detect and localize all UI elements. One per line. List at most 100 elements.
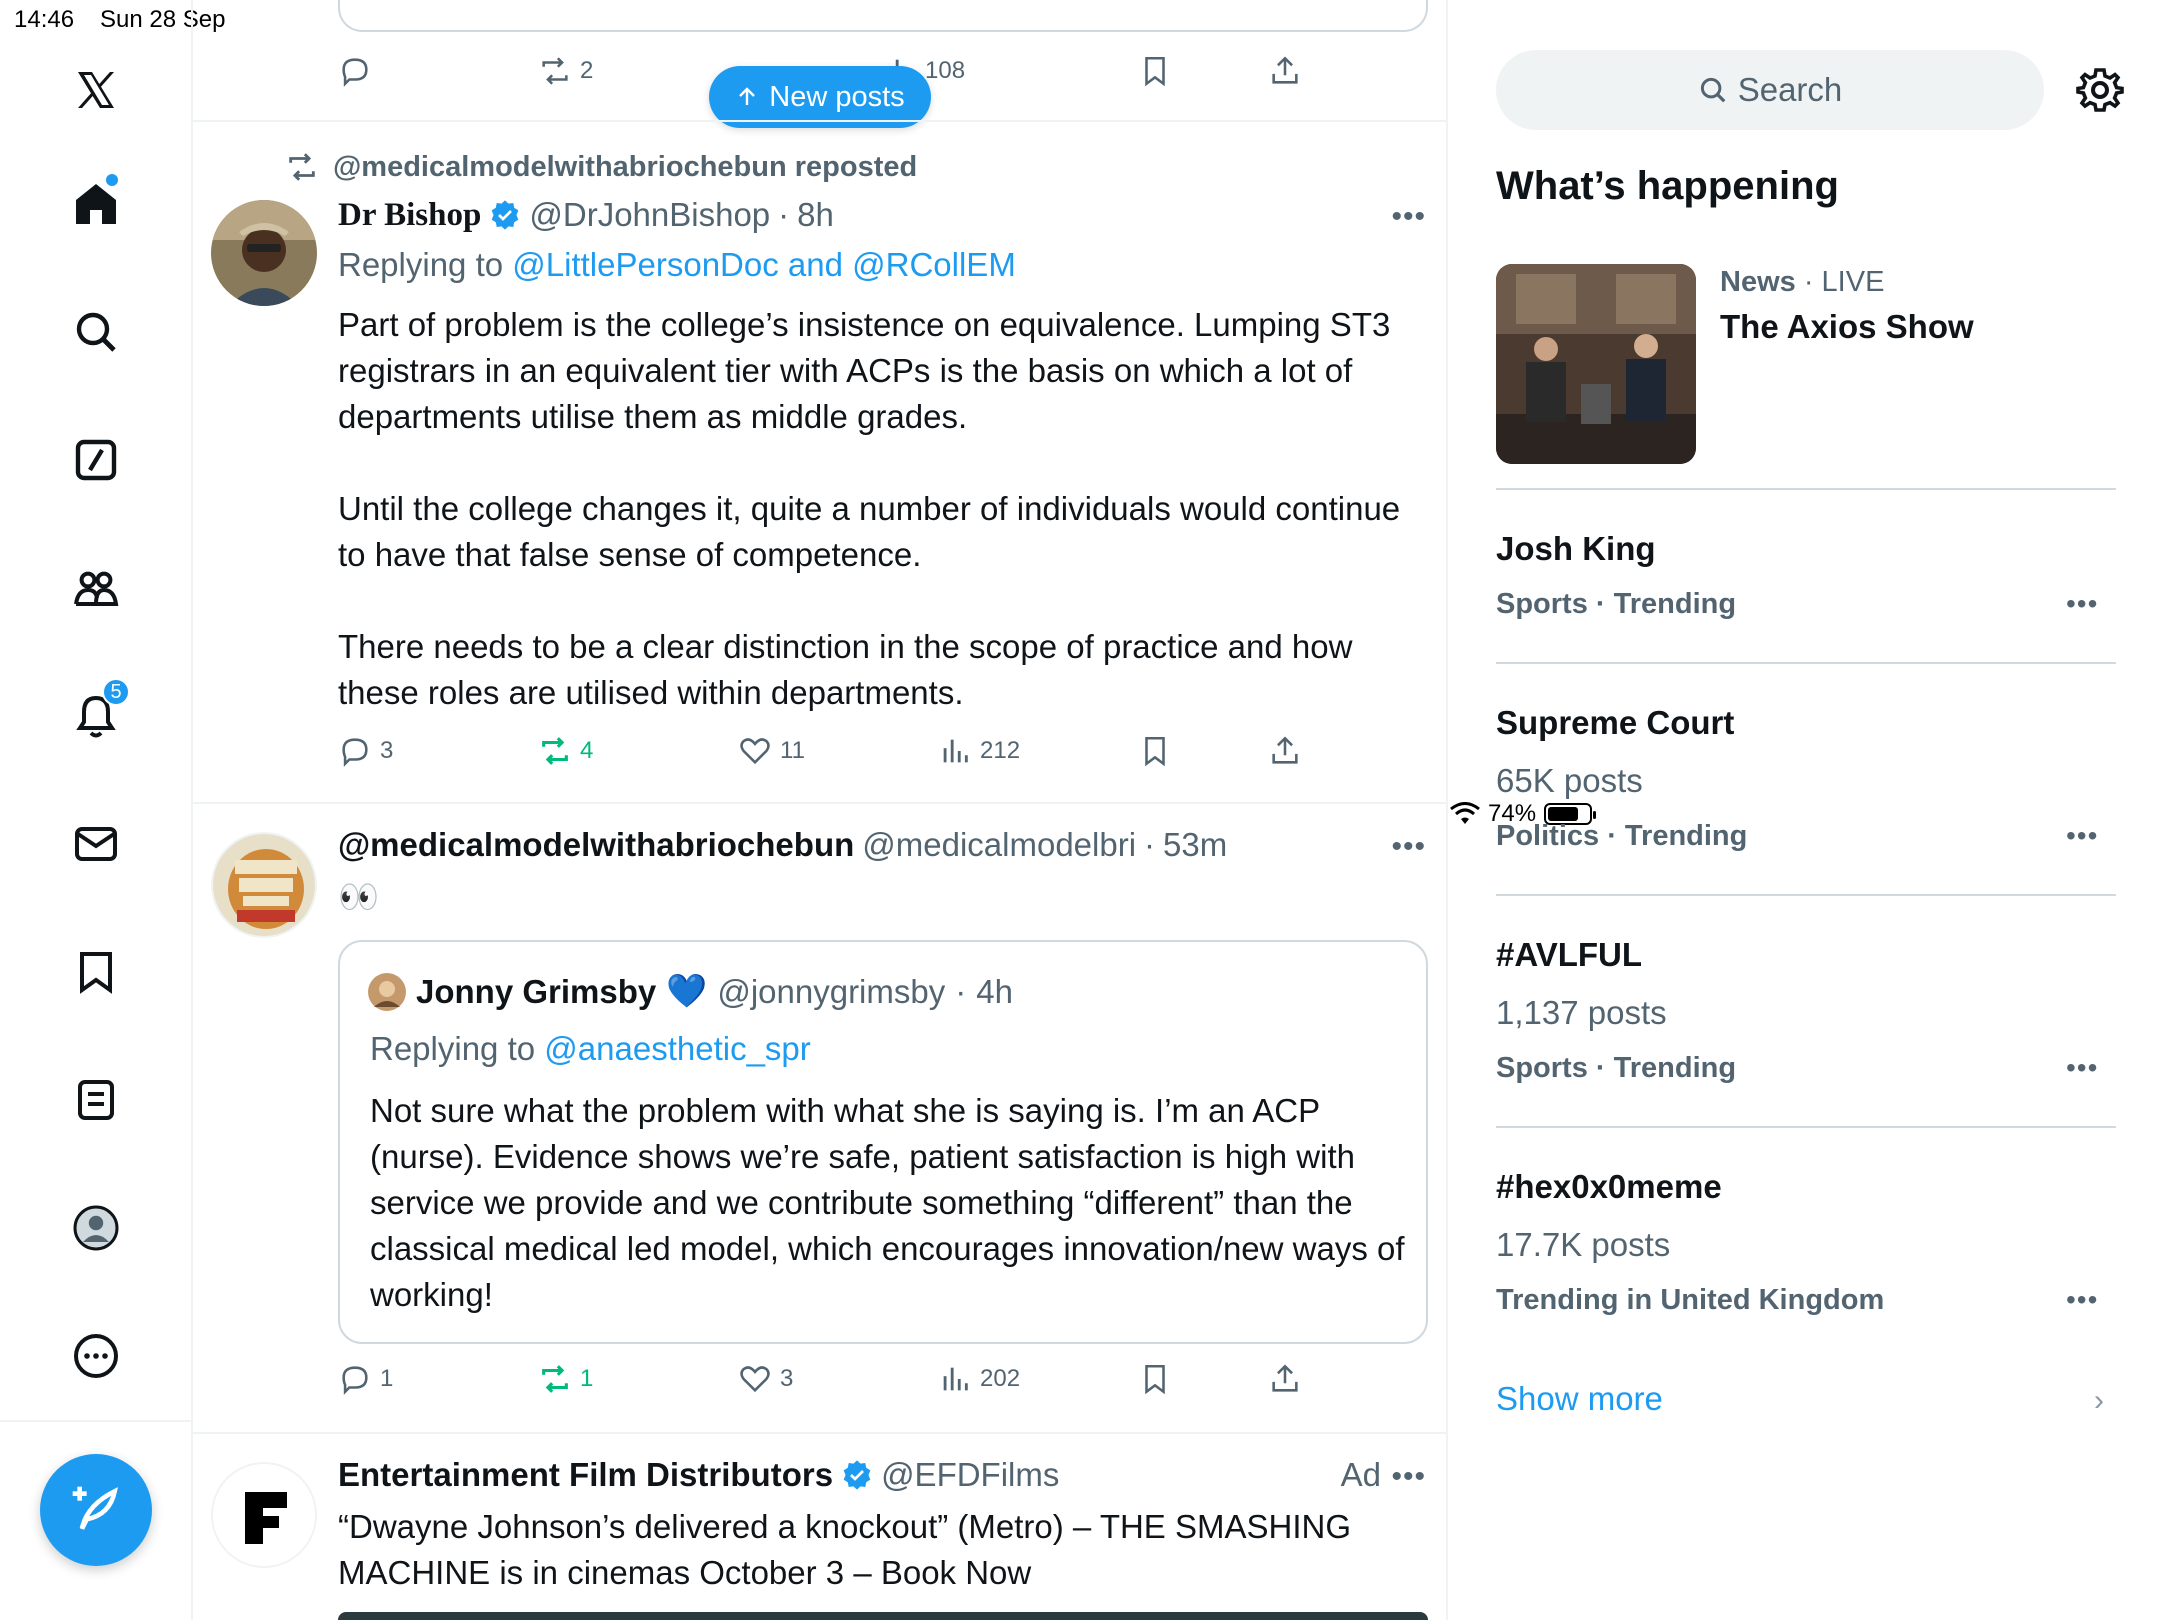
share-button[interactable] — [1268, 1362, 1302, 1396]
ad-label: Ad — [1340, 1456, 1381, 1493]
ad-media[interactable] — [338, 1612, 1428, 1620]
share-button[interactable] — [1268, 734, 1302, 768]
tweet-header: Dr Bishop @DrJohnBishop · 8h — [338, 196, 834, 234]
list-icon — [78, 1080, 114, 1120]
search-input[interactable]: Search — [1496, 50, 2044, 130]
tweet-time[interactable]: 53m — [1163, 826, 1227, 864]
trend-title[interactable]: #hex0x0meme — [1496, 1168, 1722, 1206]
like-button[interactable]: 3 — [738, 1362, 793, 1396]
reply-button[interactable]: 1 — [338, 1362, 393, 1396]
trend-divider — [1496, 488, 2116, 490]
author-handle[interactable]: @EFDFilms — [881, 1456, 1059, 1494]
avatar[interactable] — [211, 1462, 317, 1568]
quote-author-handle[interactable]: @jonnygrimsby — [717, 973, 945, 1011]
avatar[interactable] — [211, 832, 317, 938]
trend-meta: Trending in United Kingdom — [1496, 1284, 1885, 1316]
quote-reply-mention[interactable]: @anaesthetic_spr — [544, 1030, 810, 1067]
reply-button[interactable]: 3 — [338, 734, 393, 768]
author-name[interactable]: Entertainment Film Distributors — [338, 1456, 833, 1494]
nav-lists[interactable] — [56, 1060, 136, 1140]
author-handle[interactable]: @DrJohnBishop — [529, 196, 770, 234]
tweet-text: “Dwayne Johnson’s delivered a knockout” … — [338, 1508, 1352, 1591]
views-button[interactable]: 212 — [938, 734, 1020, 768]
trend-more-icon[interactable]: ••• — [2066, 820, 2098, 852]
reply-mentions[interactable]: @LittlePersonDoc and @RCollEM — [512, 246, 1016, 283]
verified-badge-icon — [843, 1460, 871, 1490]
author-name[interactable]: Dr Bishop — [338, 197, 481, 234]
quoted-tweet[interactable]: Jonny Grimsby 💙 @jonnygrimsby · 4h Reply… — [338, 940, 1428, 1344]
nav-grok[interactable] — [56, 420, 136, 500]
quote-author-name[interactable]: Jonny Grimsby — [416, 973, 656, 1011]
bookmark-icon — [1145, 56, 1165, 87]
new-posts-pill[interactable]: New posts — [709, 66, 931, 128]
nav-divider — [0, 1420, 193, 1422]
nav-bookmarks[interactable] — [56, 932, 136, 1012]
x-logo-icon[interactable] — [56, 50, 136, 130]
trend-post-count: 65K posts — [1496, 762, 1643, 799]
trend-title[interactable]: Supreme Court — [1496, 704, 1734, 742]
share-icon — [1272, 1364, 1298, 1392]
blue-heart-emoji: 💙 — [666, 972, 708, 1009]
nav-communities[interactable] — [56, 548, 136, 628]
search-icon — [76, 312, 116, 352]
quote-time: 4h — [976, 972, 1013, 1010]
avatar[interactable] — [211, 200, 317, 306]
nav-home[interactable] — [56, 164, 136, 244]
news-title[interactable]: The Axios Show — [1720, 308, 1974, 346]
repost-button[interactable]: 1 — [538, 1362, 593, 1396]
repost-icon — [289, 153, 315, 181]
views-button[interactable]: 202 — [938, 1362, 1020, 1396]
bookmark-button[interactable] — [1138, 54, 1172, 88]
trend-meta: Sports · Trending — [1496, 588, 1737, 620]
reply-icon — [342, 738, 368, 767]
separator — [193, 1432, 1446, 1434]
bookmark-button[interactable] — [1138, 1362, 1172, 1396]
repost-button[interactable]: 2 — [538, 54, 593, 88]
author-handle[interactable]: @medicalmodelbri — [862, 826, 1136, 864]
trend-more-icon[interactable]: ••• — [2066, 588, 2098, 620]
trend-title[interactable]: #AVLFUL — [1496, 936, 1642, 974]
news-thumbnail[interactable] — [1496, 264, 1696, 464]
timeline[interactable]: 2 108 New posts @medicalmodelwithabrioch… — [193, 0, 1448, 1620]
trend-title[interactable]: Josh King — [1496, 530, 1656, 568]
nav-notifications[interactable]: 5 — [56, 676, 136, 756]
nav-profile[interactable] — [56, 1188, 136, 1268]
tweet-more-icon[interactable]: ••• — [1391, 200, 1426, 234]
reposted-by-line[interactable]: @medicalmodelwithabriochebun reposted — [285, 150, 917, 184]
trend-more-icon[interactable]: ••• — [2066, 1284, 2098, 1316]
notifications-badge: 5 — [102, 678, 130, 706]
tweet-actions: 1 1 3 202 — [338, 1362, 1298, 1406]
news-meta: News · LIVE — [1720, 266, 1885, 298]
trend-more-icon[interactable]: ••• — [2066, 1052, 2098, 1084]
separator — [193, 802, 1446, 804]
tweet-text: 👀 — [338, 878, 380, 915]
show-more-link[interactable]: Show more — [1496, 1380, 1663, 1418]
reply-icon — [342, 1366, 368, 1395]
tweet-more-icon[interactable]: ••• — [1391, 830, 1426, 864]
arrow-up-icon — [739, 87, 756, 105]
author-name[interactable]: @medicalmodelwithabriochebun — [338, 826, 854, 864]
quote-replying-to: Replying to @anaesthetic_spr — [370, 1030, 811, 1067]
tweet-more-icon[interactable]: ••• — [1391, 1460, 1426, 1494]
gear-icon[interactable] — [2076, 66, 2124, 114]
share-button[interactable] — [1268, 54, 1302, 88]
chevron-right-icon: › — [2094, 1384, 2104, 1417]
like-button[interactable]: 11 — [738, 734, 805, 768]
communities-icon — [74, 571, 119, 606]
bookmark-button[interactable] — [1138, 734, 1172, 768]
trend-meta: Sports · Trending — [1496, 1052, 1737, 1084]
nav-explore[interactable] — [56, 292, 136, 372]
tweet-time[interactable]: 8h — [797, 196, 834, 234]
grok-icon — [75, 439, 117, 481]
nav-messages[interactable] — [56, 804, 136, 884]
previous-tweet-card[interactable] — [338, 0, 1428, 32]
reply-icon — [342, 58, 368, 87]
tweet-header: Entertainment Film Distributors @EFDFilm… — [338, 1456, 1059, 1494]
repost-icon — [542, 57, 568, 85]
compose-button[interactable] — [40, 1454, 152, 1566]
nav-more[interactable] — [56, 1316, 136, 1396]
repost-button[interactable]: 4 — [538, 734, 593, 768]
reply-button[interactable] — [338, 54, 380, 88]
trend-divider — [1496, 1126, 2116, 1128]
home-unread-dot — [106, 174, 118, 186]
